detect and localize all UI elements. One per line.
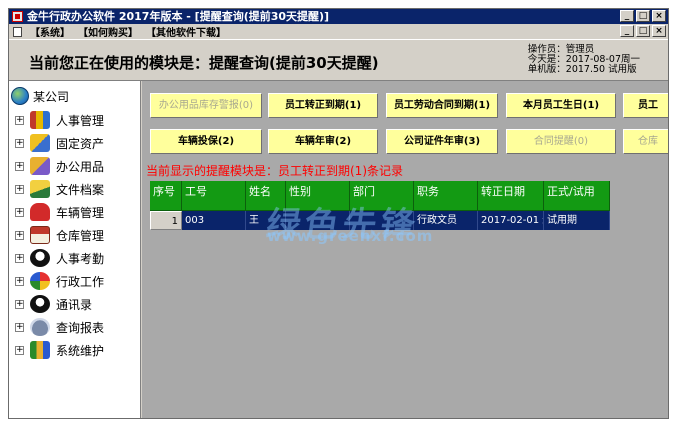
expand-icon[interactable]: + (15, 322, 24, 332)
office-supplies-stock-alert-button[interactable]: 办公用品库存警报(0) (150, 93, 262, 118)
company-license-inspection-button[interactable]: 公司证件年审(3) (386, 129, 498, 154)
probation-due-button[interactable]: 员工转正到期(1) (268, 93, 378, 118)
tree-item-attendance[interactable]: + 人事考勤 (15, 249, 104, 267)
column-header-employee-id[interactable]: 工号 (182, 181, 246, 211)
admin-work-icon (30, 272, 50, 290)
maintenance-icon (30, 341, 50, 359)
assets-icon (30, 134, 50, 152)
cell-status[interactable]: 试用期 (544, 211, 610, 230)
expand-icon[interactable]: + (15, 345, 24, 355)
menu-other-software[interactable]: 【其他软件下载】 (146, 24, 226, 39)
expand-icon[interactable]: + (15, 138, 24, 148)
window-title: 金牛行政办公软件 2017年版本 - [提醒查询(提前30天提醒)] (27, 10, 330, 23)
column-header-seq[interactable]: 序号 (150, 181, 182, 211)
title-bar[interactable]: 金牛行政办公软件 2017年版本 - [提醒查询(提前30天提醒)] _ □ × (9, 9, 668, 24)
expand-icon[interactable]: + (15, 207, 24, 217)
tree-item-label: 办公用品 (56, 159, 105, 174)
content-area: 办公用品库存警报(0) 员工转正到期(1) 员工劳动合同到期(1) 本月员工生日… (142, 81, 668, 418)
expand-icon[interactable]: + (15, 184, 24, 194)
contract-reminder-button[interactable]: 合同提醒(0) (506, 129, 616, 154)
cell-employee-id[interactable]: 003 (182, 211, 246, 230)
attendance-icon (30, 249, 50, 267)
tree-item-label: 人事考勤 (56, 251, 105, 266)
row-number[interactable]: 1 (150, 211, 182, 230)
birthday-this-month-button[interactable]: 本月员工生日(1) (506, 93, 616, 118)
expand-icon[interactable]: + (15, 253, 24, 263)
expand-icon[interactable]: + (15, 299, 24, 309)
tree-root[interactable]: 某公司 (11, 87, 69, 105)
tree-item-label: 行政工作 (56, 274, 105, 289)
tree-item-vehicles[interactable]: + 车辆管理 (15, 203, 104, 221)
tree-item-label: 文件档案 (56, 182, 105, 197)
menu-system[interactable]: 【系统】 (30, 24, 70, 39)
column-header-confirm-date[interactable]: 转正日期 (478, 181, 544, 211)
module-header: 当前您正在使用的模块是：提醒查询(提前30天提醒) 操作员：管理员 今天是：20… (9, 39, 668, 81)
tree-item-files[interactable]: + 文件档案 (15, 180, 104, 198)
watermark-url: www.greenxf.com (267, 227, 434, 245)
warehouse-icon (30, 226, 50, 244)
column-header-position[interactable]: 职务 (414, 181, 478, 211)
tree-item-office-supplies[interactable]: + 办公用品 (15, 157, 104, 175)
globe-icon (11, 87, 29, 105)
menu-how-to-buy[interactable]: 【如何购买】 (78, 24, 138, 39)
tree-item-label: 车辆管理 (56, 205, 105, 220)
warehouse-more-button[interactable]: 仓库 (623, 129, 668, 154)
expand-icon[interactable]: + (15, 115, 24, 125)
session-info: 操作员：管理员 今天是：2017-08-07周一 单机版：2017.50 试用版 (528, 45, 640, 75)
maximize-button[interactable]: □ (636, 10, 650, 22)
column-header-status[interactable]: 正式/试用 (544, 181, 610, 211)
files-icon (30, 180, 50, 198)
tree-item-label: 仓库管理 (56, 228, 105, 243)
reminder-notice: 当前显示的提醒模块是：员工转正到期(1)条记录 (146, 164, 403, 178)
tree-item-label: 查询报表 (56, 320, 105, 335)
cell-confirm-date[interactable]: 2017-02-01 过 (478, 211, 544, 230)
minimize-button[interactable]: _ (620, 10, 634, 22)
mdi-close-button[interactable]: × (652, 25, 666, 37)
tree-root-label: 某公司 (33, 89, 70, 104)
tree-item-admin-work[interactable]: + 行政工作 (15, 272, 104, 290)
tree-item-personnel[interactable]: + 人事管理 (15, 111, 104, 129)
office-supplies-icon (30, 157, 50, 175)
vehicle-insurance-button[interactable]: 车辆投保(2) (150, 129, 262, 154)
mdi-restore-button[interactable]: □ (636, 25, 650, 37)
tree-item-label: 固定资产 (56, 136, 105, 151)
tree-item-label: 人事管理 (56, 113, 105, 128)
people-icon (30, 111, 50, 129)
module-title: 当前您正在使用的模块是：提醒查询(提前30天提醒) (29, 54, 379, 72)
labor-contract-due-button[interactable]: 员工劳动合同到期(1) (386, 93, 498, 118)
employee-more-button[interactable]: 员工 (623, 93, 668, 118)
tree-item-maintenance[interactable]: + 系统维护 (15, 341, 104, 359)
expand-icon[interactable]: + (15, 230, 24, 240)
document-icon (13, 26, 22, 37)
menu-bar: 【系统】 【如何购买】 【其他软件下载】 _ □ × (9, 24, 668, 39)
tree-item-label: 系统维护 (56, 343, 105, 358)
tree-item-contacts[interactable]: + 通讯录 (15, 295, 92, 313)
car-icon (30, 203, 50, 221)
tree-item-reports[interactable]: + 查询报表 (15, 318, 104, 336)
main-window: 金牛行政办公软件 2017年版本 - [提醒查询(提前30天提醒)] _ □ ×… (8, 8, 669, 419)
edition-label: 单机版：2017.50 试用版 (527, 64, 637, 75)
tree-item-label: 通讯录 (56, 297, 93, 312)
mdi-minimize-button[interactable]: _ (620, 25, 634, 37)
vehicle-annual-inspection-button[interactable]: 车辆年审(2) (268, 129, 378, 154)
report-icon (30, 318, 50, 336)
tree-item-fixed-assets[interactable]: + 固定资产 (15, 134, 104, 152)
expand-icon[interactable]: + (15, 161, 24, 171)
navigation-tree: 某公司 + 人事管理 + 固定资产 + 办公用品 + 文件档案 + 车辆管理 +… (9, 81, 141, 418)
contacts-icon (30, 295, 50, 313)
expand-icon[interactable]: + (15, 276, 24, 286)
tree-item-warehouse[interactable]: + 仓库管理 (15, 226, 104, 244)
app-icon (12, 11, 23, 22)
close-button[interactable]: × (652, 10, 666, 22)
